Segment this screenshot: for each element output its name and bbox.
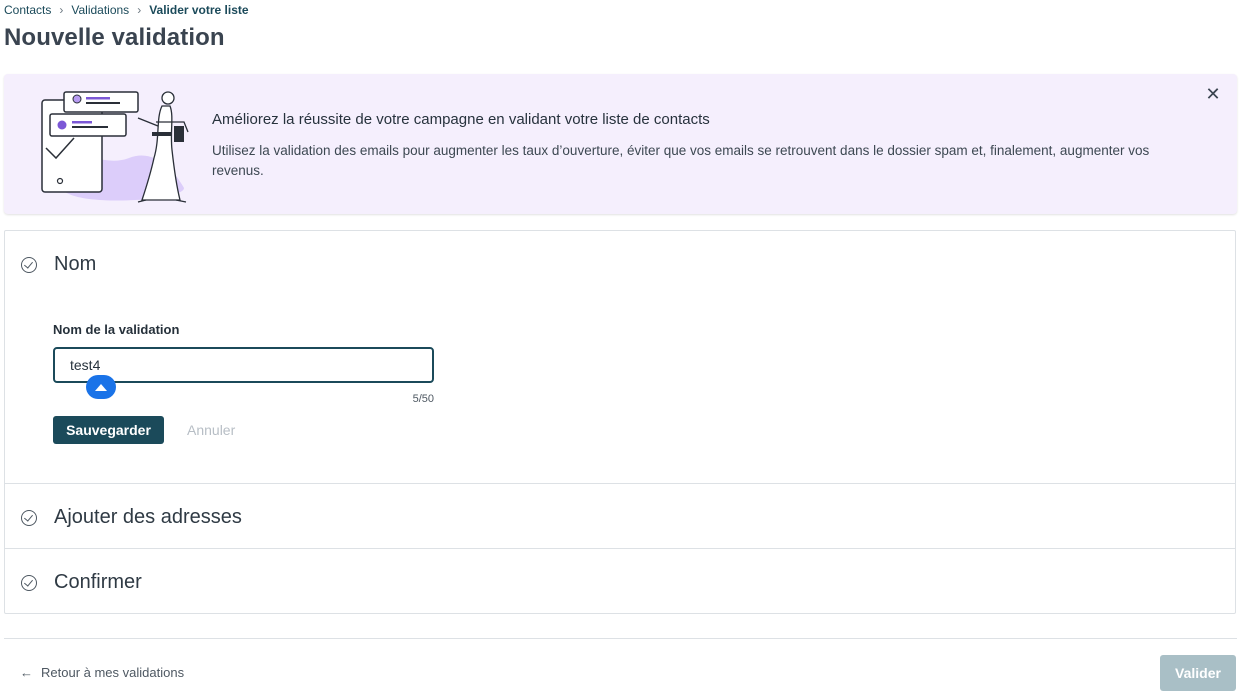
chevron-right-icon: › <box>59 3 64 17</box>
check-circle-icon <box>21 574 37 591</box>
step-title: Confirmer <box>54 571 142 593</box>
validation-name-label: Nom de la validation <box>53 322 180 337</box>
validation-steps: Nom Nom de la validation 5/50 Sauvegarde… <box>4 230 1236 614</box>
step-title: Ajouter des adresses <box>54 506 242 528</box>
check-circle-icon <box>21 256 37 273</box>
step-confirm-header[interactable]: Confirmer <box>21 571 142 594</box>
validate-button[interactable]: Valider <box>1160 655 1236 691</box>
banner-illustration <box>41 91 189 203</box>
cancel-button[interactable]: Annuler <box>187 422 235 438</box>
back-link[interactable]: ← Retour à mes validations <box>20 665 184 680</box>
step-confirm: Confirmer <box>5 549 1235 613</box>
page-title: Nouvelle validation <box>4 24 225 51</box>
chevron-right-icon: › <box>137 3 142 17</box>
step-name-header[interactable]: Nom <box>21 253 96 276</box>
step-name: Nom Nom de la validation 5/50 Sauvegarde… <box>5 231 1235 484</box>
step-title: Nom <box>54 253 97 275</box>
breadcrumb: Contacts › Validations › Valider votre l… <box>4 3 249 17</box>
arrow-left-icon: ← <box>20 665 33 680</box>
step-add-addresses: Ajouter des adresses <box>5 484 1235 548</box>
breadcrumb-current: Valider votre liste <box>149 3 249 17</box>
banner-description: Utilisez la validation des emails pour a… <box>212 143 1150 178</box>
footer-divider <box>4 638 1237 639</box>
character-counter: 5/50 <box>412 393 434 405</box>
cursor-pin-icon <box>86 375 116 399</box>
save-button[interactable]: Sauvegarder <box>53 416 164 444</box>
banner-headline: Améliorez la réussite de votre campagne … <box>212 111 710 128</box>
breadcrumb-validations[interactable]: Validations <box>71 3 129 17</box>
breadcrumb-contacts[interactable]: Contacts <box>4 3 51 17</box>
step-add-addresses-header[interactable]: Ajouter des adresses <box>21 506 242 529</box>
info-banner: Améliorez la réussite de votre campagne … <box>4 74 1237 214</box>
check-circle-icon <box>21 509 37 526</box>
back-link-label: Retour à mes validations <box>41 665 185 680</box>
close-icon[interactable]: ✕ <box>1205 85 1221 103</box>
